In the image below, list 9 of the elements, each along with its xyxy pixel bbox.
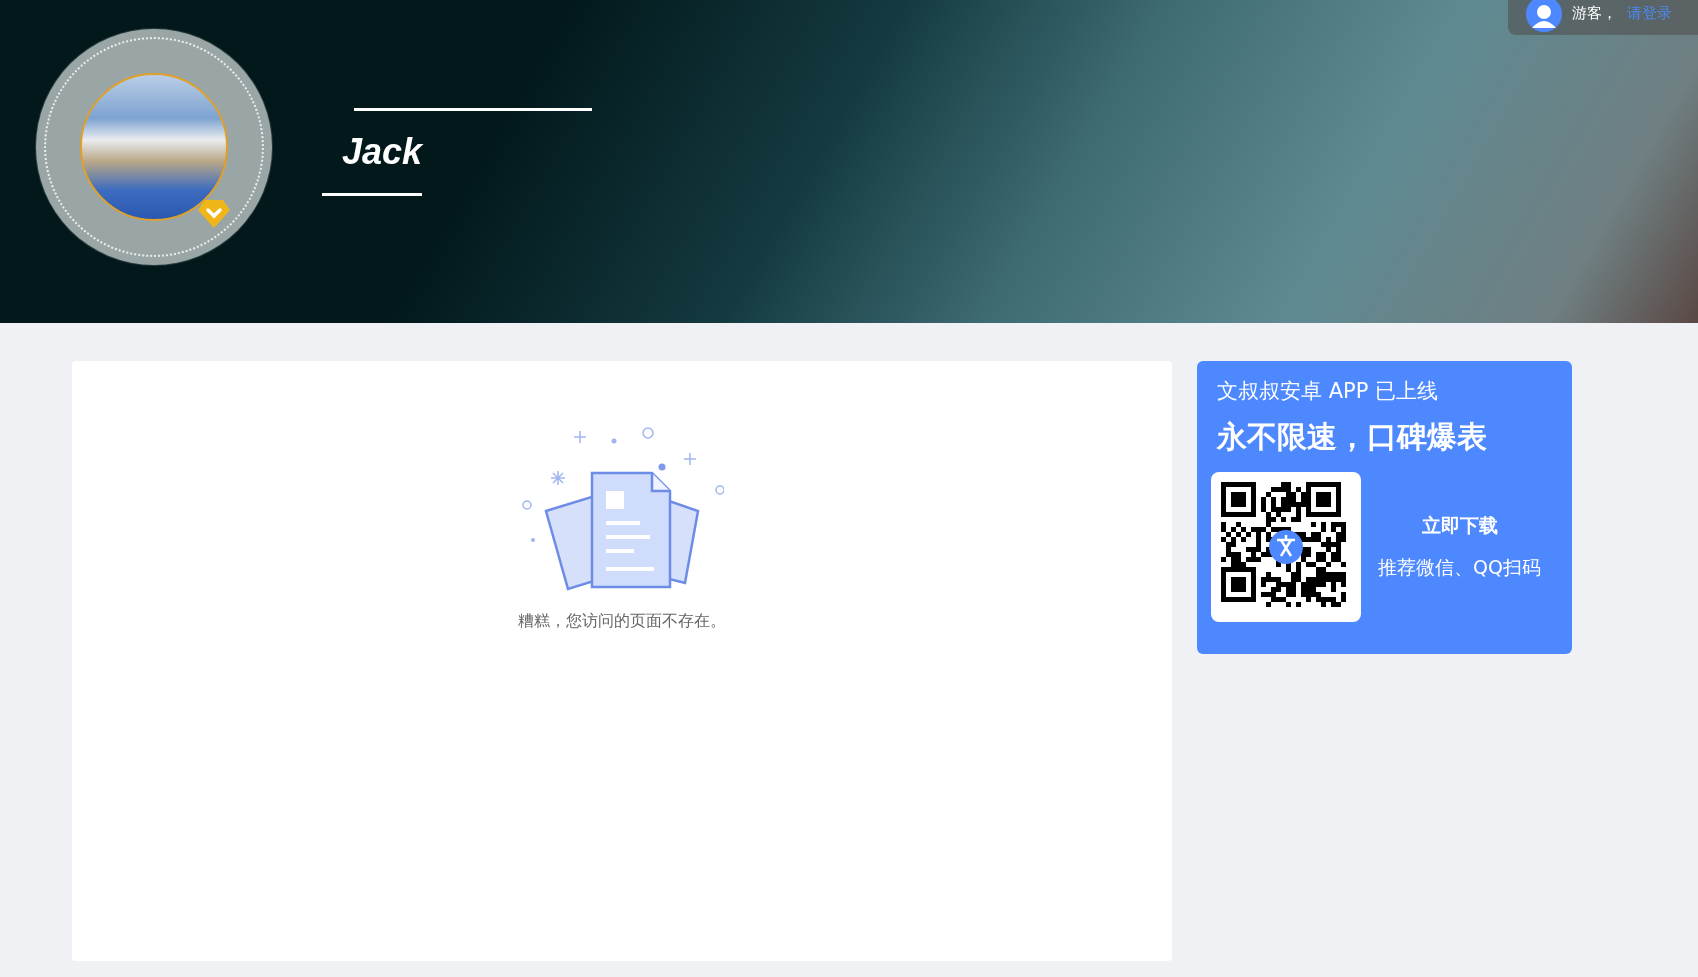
guest-greeting: 游客， — [1572, 4, 1617, 23]
promo-slogan: 永不限速，口碑爆表 — [1215, 418, 1488, 456]
page-not-found-message: 糟糕，您访问的页面不存在。 — [518, 611, 726, 632]
promo-title: 文叔叔安卓 APP 已上线 — [1216, 378, 1440, 405]
scan-hint: 推荐微信、QQ扫码 — [1378, 555, 1541, 580]
user-avatar-icon — [1526, 0, 1562, 32]
download-link[interactable]: 立即下载 — [1421, 513, 1498, 539]
login-link[interactable]: 请登录 — [1627, 4, 1672, 23]
profile-name: Jack — [342, 130, 424, 173]
